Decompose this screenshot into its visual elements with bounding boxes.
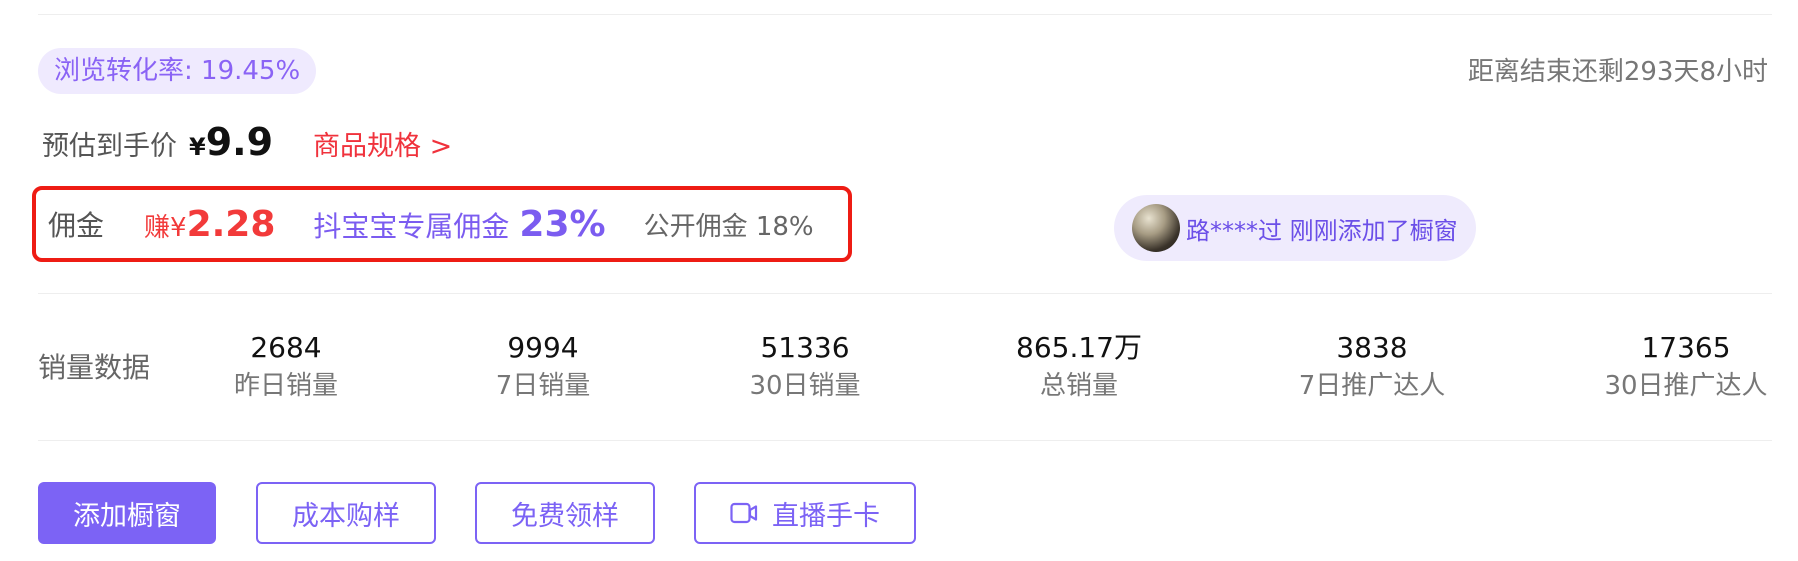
bottom-divider <box>38 440 1772 441</box>
stat-7day-promoters: 3838 7日推广达人 <box>1299 330 1446 406</box>
stat-value: 17365 <box>1641 331 1731 364</box>
exclusive-commission-value: 23% <box>519 203 606 245</box>
stat-30day-promoters: 17365 30日推广达人 <box>1604 330 1767 406</box>
activity-text: 路****过 刚刚添加了橱窗 <box>1186 216 1458 245</box>
stat-value: 2684 <box>250 331 322 364</box>
sales-data-label: 销量数据 <box>38 351 151 384</box>
cost-sample-button[interactable]: 成本购样 <box>256 482 436 544</box>
live-card-label: 直播手卡 <box>772 500 880 532</box>
stat-30day-sales: 51336 30日销量 <box>749 330 860 406</box>
countdown-text: 距离结束还剩293天8小时 <box>1467 57 1768 87</box>
commission-earn: 赚¥ 2.28 <box>144 204 275 245</box>
add-to-window-button[interactable]: 添加橱窗 <box>38 482 216 544</box>
stat-7day-sales: 9994 7日销量 <box>496 330 591 406</box>
add-to-window-label: 添加橱窗 <box>73 500 181 532</box>
price-row: 预估到手价 ¥ 9.9 商品规格 > <box>42 120 452 172</box>
stat-label: 7日销量 <box>495 371 591 401</box>
stat-label: 总销量 <box>1039 371 1119 401</box>
stat-label: 30日销量 <box>749 371 861 401</box>
conversion-rate-badge: 浏览转化率: 19.45% <box>38 48 317 94</box>
price-label: 预估到手价 <box>42 131 177 162</box>
top-divider <box>38 14 1772 15</box>
video-camera-icon <box>730 502 758 524</box>
free-sample-button[interactable]: 免费领样 <box>475 482 655 544</box>
price-currency: ¥ <box>189 133 206 161</box>
cost-sample-label: 成本购样 <box>292 500 400 532</box>
earn-value: 2.28 <box>186 203 276 245</box>
price-value: 9.9 <box>205 120 274 164</box>
exclusive-commission: 抖宝宝专属佣金 23% <box>313 204 605 245</box>
stat-value: 9994 <box>507 331 579 364</box>
free-sample-label: 免费领样 <box>511 500 619 532</box>
earn-prefix: 赚¥ <box>144 212 187 243</box>
stat-label: 昨日销量 <box>233 371 339 401</box>
stat-total-sales: 865.17万 总销量 <box>1016 330 1142 406</box>
stat-value: 865.17万 <box>1016 331 1142 364</box>
commission-box: 佣金 赚¥ 2.28 抖宝宝专属佣金 23% 公开佣金 18% <box>32 186 852 262</box>
activity-notice: 路****过 刚刚添加了橱窗 <box>1114 195 1476 261</box>
stat-value: 51336 <box>760 331 850 364</box>
stat-label: 30日推广达人 <box>1604 371 1768 401</box>
exclusive-commission-label: 抖宝宝专属佣金 <box>313 209 510 243</box>
middle-divider <box>38 293 1772 294</box>
live-card-button[interactable]: 直播手卡 <box>694 482 916 544</box>
stat-label: 7日推广达人 <box>1298 371 1446 401</box>
product-spec-link[interactable]: 商品规格 > <box>313 124 452 163</box>
avatar <box>1132 204 1180 252</box>
public-commission: 公开佣金 18% <box>643 211 814 242</box>
stat-value: 3838 <box>1336 331 1408 364</box>
commission-label: 佣金 <box>48 209 105 242</box>
stat-yesterday-sales: 2684 昨日销量 <box>234 330 338 406</box>
